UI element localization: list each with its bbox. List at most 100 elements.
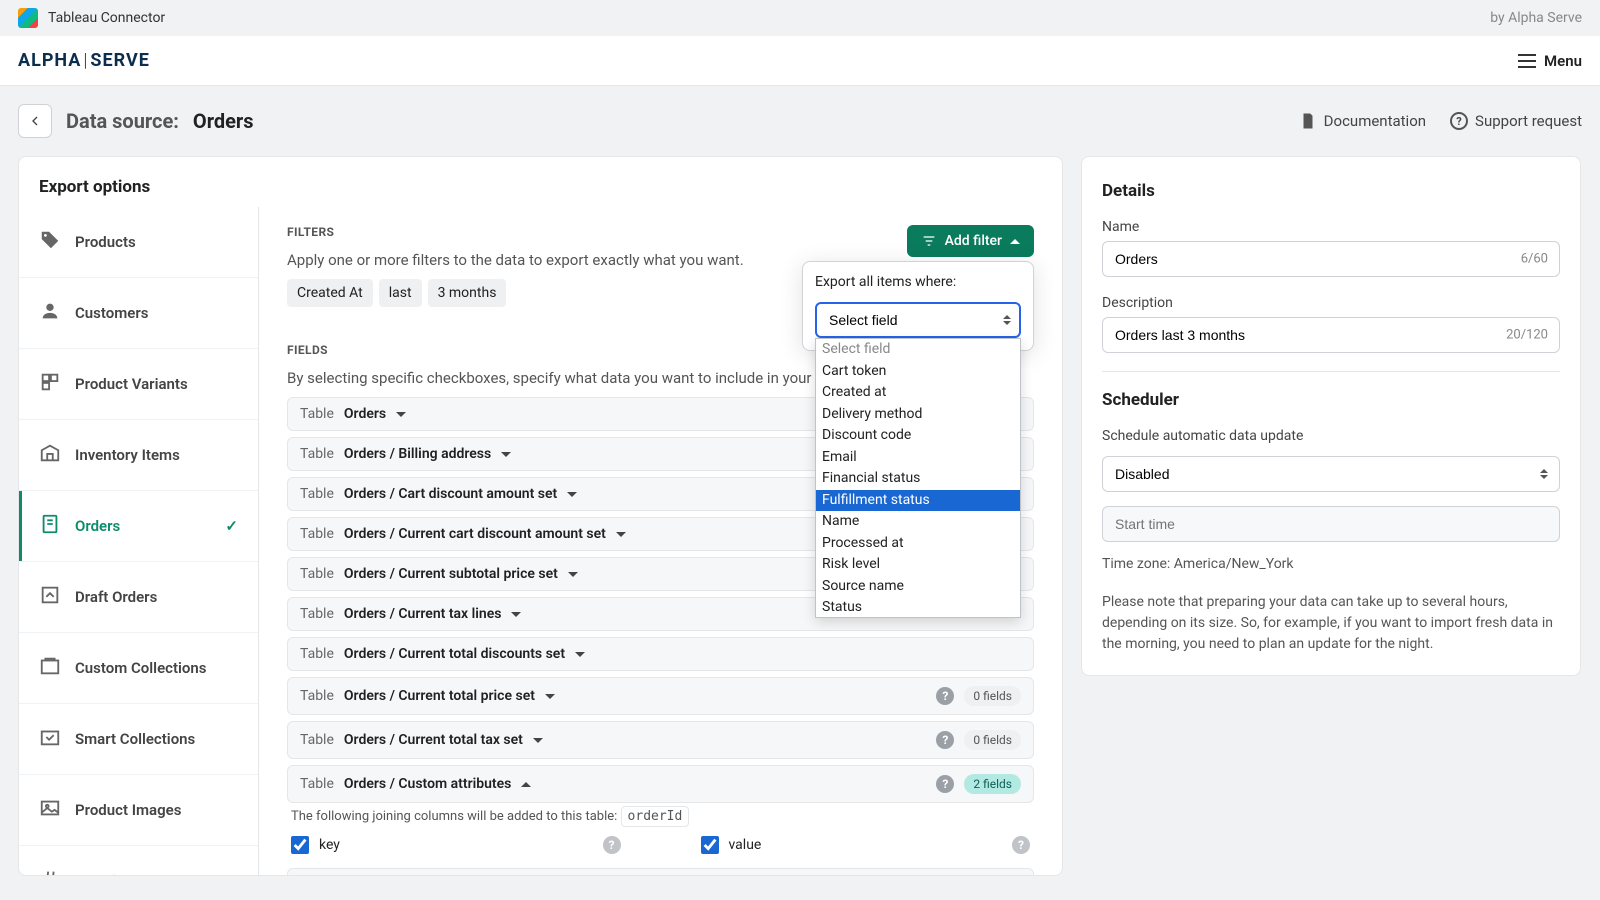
sidebar-item-orders[interactable]: Orders✓: [19, 491, 258, 562]
question-icon: ?: [1450, 112, 1468, 130]
help-icon[interactable]: ?: [936, 731, 954, 749]
app-header: ALPHA|SERVE Menu: [0, 36, 1600, 86]
help-icon[interactable]: ?: [936, 775, 954, 793]
chevron-down-icon: [616, 532, 626, 537]
check-icon: ✓: [225, 517, 238, 535]
checkbox-label: value: [729, 837, 762, 853]
dropdown-option[interactable]: Email: [816, 447, 1020, 469]
sidebar-item-label: Products: [75, 233, 136, 251]
dropdown-option[interactable]: Financial status: [816, 468, 1020, 490]
field-checkbox-row: key ? value ?: [287, 834, 1034, 868]
dropdown-option[interactable]: Processed at: [816, 533, 1020, 555]
sidebar: Products Customers Product Variants Inve…: [19, 207, 259, 875]
variant-icon: [39, 371, 61, 397]
select-caret-icon: [1540, 469, 1548, 479]
sidebar-item-label: Metafields: [75, 872, 146, 875]
table-label: Table: [300, 406, 334, 422]
name-counter: 6/60: [1521, 252, 1548, 267]
back-button[interactable]: [18, 104, 52, 138]
table-label: Table: [300, 446, 334, 462]
sidebar-item-products[interactable]: Products: [19, 207, 258, 278]
table-row[interactable]: Table Orders / Custom attributes ?2 fiel…: [287, 765, 1034, 803]
dropdown-option[interactable]: Name: [816, 511, 1020, 533]
export-options-panel: Export options Products Customers Produc…: [18, 156, 1063, 876]
field-dropdown-list[interactable]: Select fieldCart tokenCreated atDelivery…: [815, 338, 1021, 618]
documentation-link[interactable]: Documentation: [1299, 112, 1426, 130]
table-row[interactable]: Table Orders / Current total discounts s…: [287, 637, 1034, 671]
details-panel: Details Name 6/60 Description 20/120 Sch…: [1081, 156, 1581, 676]
table-row[interactable]: Table Orders / Current total price set ?…: [287, 677, 1034, 715]
add-filter-button[interactable]: Add filter: [907, 225, 1034, 257]
field-count-badge: 0 fields: [964, 686, 1021, 706]
table-label: Table: [300, 526, 334, 542]
sidebar-item-label: Product Images: [75, 801, 181, 819]
help-icon[interactable]: ?: [936, 687, 954, 705]
checkbox-input[interactable]: [291, 836, 309, 854]
table-row[interactable]: Table Orders / Customer ?1 fields: [287, 868, 1034, 875]
select-field-dropdown[interactable]: Select field: [815, 302, 1021, 338]
hamburger-icon: [1518, 54, 1536, 68]
dropdown-option[interactable]: Risk level: [816, 554, 1020, 576]
draft-icon: [39, 584, 61, 610]
filters-section-label: FILTERS: [287, 225, 907, 239]
help-icon[interactable]: ?: [603, 836, 621, 854]
chevron-down-icon: [501, 452, 511, 457]
app-byline: by Alpha Serve: [1490, 10, 1582, 26]
support-link[interactable]: ? Support request: [1450, 112, 1582, 130]
popover-title: Export all items where:: [815, 274, 1021, 290]
table-label: Table: [300, 732, 334, 748]
name-input[interactable]: [1102, 241, 1560, 277]
menu-button[interactable]: Menu: [1518, 52, 1582, 70]
dropdown-option[interactable]: Created at: [816, 382, 1020, 404]
tag-icon: [39, 229, 61, 255]
checkbox-input[interactable]: [701, 836, 719, 854]
sidebar-item-customers[interactable]: Customers: [19, 278, 258, 349]
dropdown-option[interactable]: Status: [816, 597, 1020, 618]
sidebar-item-metafields[interactable]: Metafields: [19, 846, 258, 875]
checkbox-label: key: [319, 837, 340, 853]
sub-header: Data source: Orders Documentation ? Supp…: [0, 86, 1600, 156]
sidebar-item-inventory-items[interactable]: Inventory Items: [19, 420, 258, 491]
filter-chip[interactable]: Created At: [287, 279, 373, 307]
sidebar-item-product-images[interactable]: Product Images: [19, 775, 258, 846]
sidebar-item-label: Product Variants: [75, 375, 188, 393]
document-icon: [1299, 112, 1317, 130]
table-row[interactable]: Table Orders / Current total tax set ?0 …: [287, 721, 1034, 759]
table-name: Orders / Current total tax set: [344, 732, 523, 748]
select-caret-icon: [1003, 315, 1011, 325]
field-checkbox[interactable]: value ?: [701, 836, 1031, 854]
smart-icon: [39, 726, 61, 752]
sidebar-item-label: Inventory Items: [75, 446, 180, 464]
table-name: Orders / Current tax lines: [344, 606, 502, 622]
sidebar-item-draft-orders[interactable]: Draft Orders: [19, 562, 258, 633]
dropdown-option[interactable]: Fulfillment status: [816, 490, 1020, 512]
arrow-left-icon: [27, 113, 43, 129]
menu-label: Menu: [1544, 52, 1582, 70]
schedule-select[interactable]: Disabled: [1102, 456, 1560, 492]
description-input[interactable]: [1102, 317, 1560, 353]
orders-icon: [39, 513, 61, 539]
sidebar-item-custom-collections[interactable]: Custom Collections: [19, 633, 258, 704]
scheduler-note: Please note that preparing your data can…: [1102, 592, 1560, 655]
field-checkbox[interactable]: key ?: [291, 836, 621, 854]
dropdown-option[interactable]: Cart token: [816, 361, 1020, 383]
dropdown-option[interactable]: Source name: [816, 576, 1020, 598]
dropdown-option[interactable]: Select field: [816, 339, 1020, 361]
image-icon: [39, 797, 61, 823]
hash-icon: [39, 868, 61, 875]
help-icon[interactable]: ?: [1012, 836, 1030, 854]
collection-icon: [39, 655, 61, 681]
chevron-down-icon: [396, 412, 406, 417]
filter-chip[interactable]: 3 months: [428, 279, 507, 307]
table-label: Table: [300, 776, 334, 792]
sidebar-item-product-variants[interactable]: Product Variants: [19, 349, 258, 420]
dropdown-option[interactable]: Delivery method: [816, 404, 1020, 426]
filter-chip[interactable]: last: [379, 279, 422, 307]
table-name: Orders: [344, 406, 386, 422]
filter-icon: [921, 233, 937, 249]
dropdown-option[interactable]: Discount code: [816, 425, 1020, 447]
sidebar-item-smart-collections[interactable]: Smart Collections: [19, 704, 258, 775]
content-area: FILTERS Apply one or more filters to the…: [259, 207, 1062, 875]
chevron-down-icon: [568, 572, 578, 577]
data-source-name: Orders: [193, 109, 254, 133]
